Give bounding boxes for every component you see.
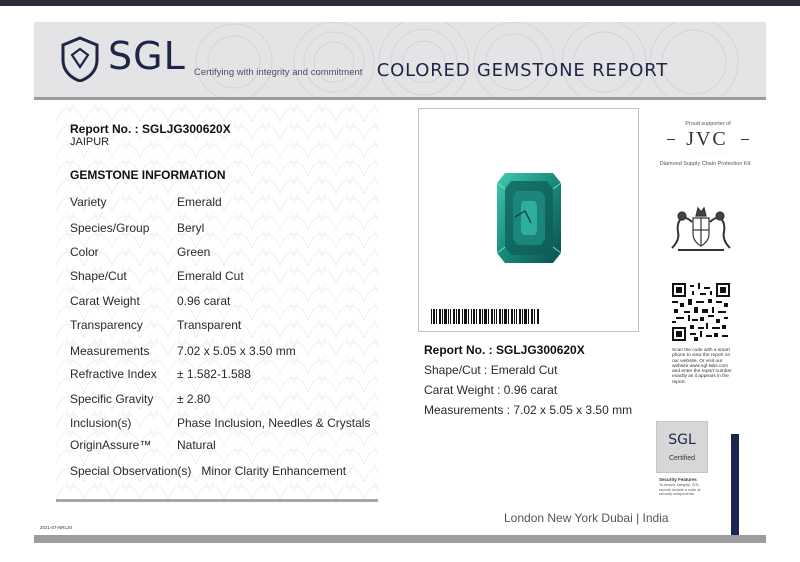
qr-instructions: Scan the code with a smart phone to view… [672, 348, 732, 385]
info-label: OriginAssure™ [70, 438, 152, 452]
info-value: Beryl [177, 221, 205, 235]
info-value: Green [177, 245, 211, 259]
info-value: Phase Inclusion, Needles & Crystals [177, 416, 371, 430]
info-label: Refractive Index [70, 367, 157, 381]
document-code: 2021-07-NRL20 [40, 525, 73, 530]
info-value: 0.96 carat [177, 294, 231, 308]
info-value: 7.02 x 5.05 x 3.50 mm [177, 344, 296, 358]
info-label: Inclusion(s) [70, 416, 132, 430]
special-observation-value: Minor Clarity Enhancement [201, 464, 347, 478]
report-header: SGL Certifying with integrity and commit… [34, 22, 766, 100]
jvc-small-text: · · · · · · · · · · [687, 152, 729, 156]
tagline: Certifying with integrity and commitment [194, 67, 363, 78]
summary-carat: Carat Weight : 0.96 carat [424, 383, 558, 397]
report-title: COLORED GEMSTONE REPORT [376, 60, 668, 81]
info-value: Natural [177, 438, 216, 452]
info-value: ± 2.80 [177, 392, 211, 406]
top-bar [0, 0, 800, 6]
report-city: JAIPUR [70, 136, 110, 148]
summary-measurements: Measurements : 7.02 x 5.05 x 3.50 mm [424, 403, 633, 417]
special-observation-label: Special Observation(s) [70, 464, 192, 478]
info-label: Specific Gravity [70, 392, 154, 406]
panel-divider [56, 499, 378, 502]
info-value: Emerald [177, 195, 222, 209]
jvc-dash-left [667, 139, 675, 140]
certified-logo: SGL [668, 432, 696, 448]
security-features-text: To ensure integrity, SGL reports include… [659, 483, 701, 497]
special-observation: Special Observation(s) Minor Clarity Enha… [70, 464, 346, 478]
info-label: Color [70, 245, 99, 259]
summary-shape: Shape/Cut : Emerald Cut [424, 363, 558, 377]
gemstone-photo-frame [418, 108, 639, 332]
info-label: Species/Group [70, 221, 150, 235]
info-value: ± 1.582-1.588 [177, 367, 251, 381]
qr-code [672, 283, 730, 341]
info-label: Shape/Cut [70, 269, 127, 283]
footer-bar [34, 535, 766, 543]
section-title: GEMSTONE INFORMATION [70, 168, 226, 182]
office-locations: London New York Dubai | India [504, 511, 669, 525]
summary-report-number: Report No. : SGLJG300620X [424, 343, 585, 357]
info-label: Carat Weight [70, 294, 140, 308]
sgl-logo-text: SGL [108, 34, 186, 78]
certified-label: Certified [668, 455, 696, 462]
coat-of-arms-icon [671, 206, 731, 251]
info-value: Transparent [177, 318, 242, 332]
info-label: Measurements [70, 344, 150, 358]
security-features-title: Security Features [659, 477, 697, 482]
jvc-logo: JVC [686, 128, 728, 150]
sgl-certified-badge: SGL Certified [656, 421, 708, 473]
barcode [431, 309, 539, 324]
emerald-gem-image [496, 173, 562, 263]
info-label: Variety [70, 195, 107, 209]
jvc-dash-right [741, 139, 749, 140]
jvc-caption: Diamond Supply Chain Protection Kit [659, 161, 751, 167]
report-number: Report No. : SGLJG300620X [70, 122, 231, 136]
sgl-shield-icon [61, 36, 99, 82]
info-value: Emerald Cut [177, 269, 244, 283]
info-label: Transparency [70, 318, 143, 332]
accent-bar [731, 434, 739, 540]
jvc-supporter-text: Proud supporter of [685, 121, 731, 127]
